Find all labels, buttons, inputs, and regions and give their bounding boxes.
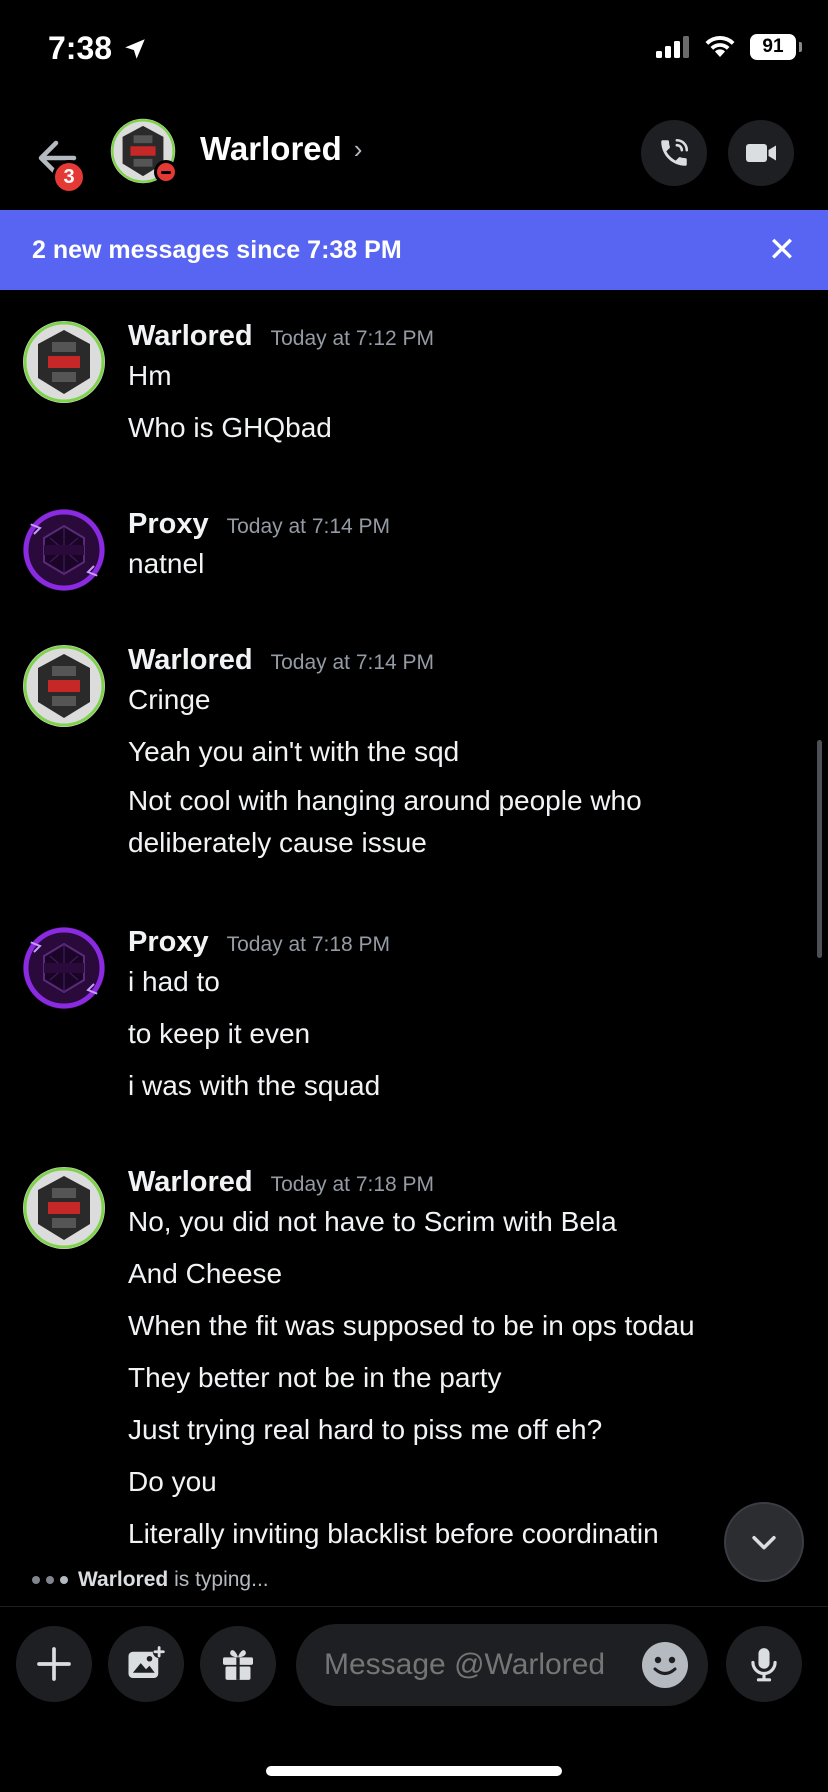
message-text[interactable]: Literally inviting blacklist before coor…: [128, 1518, 659, 1550]
avatar[interactable]: [22, 1166, 106, 1250]
chevron-right-icon: ›: [353, 133, 363, 164]
message-text[interactable]: Who is GHQbad: [128, 412, 332, 444]
message-timestamp: Today at 7:18 PM: [270, 1173, 435, 1196]
message-list[interactable]: Warlored Today at 7:12 PM Hm Who is GHQb…: [0, 290, 828, 1555]
message-text[interactable]: When the fit was supposed to be in ops t…: [128, 1310, 695, 1342]
message-header: Proxy Today at 7:18 PM: [128, 926, 390, 959]
proxy-avatar-icon: [23, 927, 105, 1009]
message-text[interactable]: natnel: [128, 548, 204, 580]
message-author[interactable]: Proxy: [128, 508, 209, 541]
header-username: Warlored: [200, 130, 342, 167]
warlored-avatar-icon: [23, 1167, 105, 1249]
message-text[interactable]: And Cheese: [128, 1258, 282, 1290]
chevron-down-icon: [752, 1535, 776, 1550]
add-attachment-button[interactable]: [16, 1626, 92, 1702]
banner-text: 2 new messages since 7:38 PM: [32, 235, 402, 264]
message-author[interactable]: Warlored: [128, 1166, 253, 1199]
typing-indicator: Warlored is typing...: [32, 1568, 269, 1592]
clock: 7:38: [48, 30, 113, 66]
message-timestamp: Today at 7:14 PM: [270, 651, 435, 674]
voice-message-button[interactable]: [726, 1626, 802, 1702]
message-header: Warlored Today at 7:18 PM: [128, 1166, 434, 1199]
battery-indicator: 91: [750, 34, 802, 60]
battery-level: 91: [762, 36, 784, 57]
warlored-avatar-icon: [23, 321, 105, 403]
home-indicator[interactable]: [266, 1766, 562, 1776]
gift-icon: [223, 1650, 253, 1680]
typing-text: Warlored is typing...: [78, 1568, 269, 1592]
message-text[interactable]: to keep it even: [128, 1018, 310, 1050]
message-timestamp: Today at 7:18 PM: [226, 933, 391, 956]
message-text[interactable]: Not cool with hanging around people who …: [128, 780, 728, 864]
phone-icon: [661, 138, 689, 166]
divider: [0, 1606, 828, 1607]
unread-badge: 3: [52, 160, 86, 194]
message-text[interactable]: They better not be in the party: [128, 1362, 502, 1394]
emoji-button[interactable]: [642, 1642, 688, 1688]
location-arrow-icon: [125, 38, 145, 59]
message-header: Warlored Today at 7:14 PM: [128, 644, 434, 677]
gift-button[interactable]: [200, 1626, 276, 1702]
status-time: 7:38: [48, 30, 148, 67]
voice-call-button[interactable]: [641, 120, 707, 186]
message-timestamp: Today at 7:14 PM: [226, 515, 391, 538]
message-text[interactable]: No, you did not have to Scrim with Bela: [128, 1206, 617, 1238]
new-messages-banner[interactable]: 2 new messages since 7:38 PM ✕: [0, 210, 828, 290]
status-indicators: 91: [656, 34, 802, 60]
close-icon[interactable]: ✕: [764, 231, 800, 269]
status-bar: 7:38 91: [0, 0, 828, 100]
message-author[interactable]: Warlored: [128, 320, 253, 353]
video-camera-icon: [746, 144, 776, 162]
message-author[interactable]: Warlored: [128, 644, 253, 677]
avatar[interactable]: [22, 926, 106, 1010]
jump-to-bottom-button[interactable]: [724, 1502, 804, 1582]
dnd-status-icon: [154, 160, 178, 184]
message-text[interactable]: Yeah you ain't with the sqd: [128, 736, 459, 768]
cellular-signal-icon: [656, 36, 689, 58]
message-header: Proxy Today at 7:14 PM: [128, 508, 390, 541]
message-header: Warlored Today at 7:12 PM: [128, 320, 434, 353]
message-text[interactable]: Do you: [128, 1466, 217, 1498]
microphone-icon: [751, 1648, 777, 1682]
message-author[interactable]: Proxy: [128, 926, 209, 959]
message-text[interactable]: Just trying real hard to piss me off eh?: [128, 1414, 602, 1446]
message-timestamp: Today at 7:12 PM: [270, 327, 435, 350]
message-text[interactable]: Hm: [128, 360, 172, 392]
video-call-button[interactable]: [728, 120, 794, 186]
header-user[interactable]: Warlored ›: [200, 130, 362, 168]
message-text[interactable]: i was with the squad: [128, 1070, 380, 1102]
image-upload-button[interactable]: [108, 1626, 184, 1702]
typing-dots-icon: [32, 1576, 68, 1584]
image-icon: [128, 1645, 166, 1678]
dm-header: Warlored ›: [0, 100, 828, 210]
smiley-icon: [653, 1656, 677, 1675]
message-text[interactable]: Cringe: [128, 684, 210, 716]
proxy-avatar-icon: [23, 509, 105, 591]
composer: [0, 1624, 828, 1706]
scrollbar[interactable]: [817, 740, 822, 958]
plus-icon: [37, 1647, 71, 1681]
warlored-avatar-icon: [23, 645, 105, 727]
typing-user: Warlored: [78, 1568, 169, 1591]
avatar[interactable]: [22, 320, 106, 404]
avatar[interactable]: [22, 644, 106, 728]
wifi-icon: [705, 35, 735, 57]
avatar[interactable]: [22, 508, 106, 592]
typing-suffix: is typing...: [174, 1568, 269, 1591]
message-text[interactable]: i had to: [128, 966, 220, 998]
